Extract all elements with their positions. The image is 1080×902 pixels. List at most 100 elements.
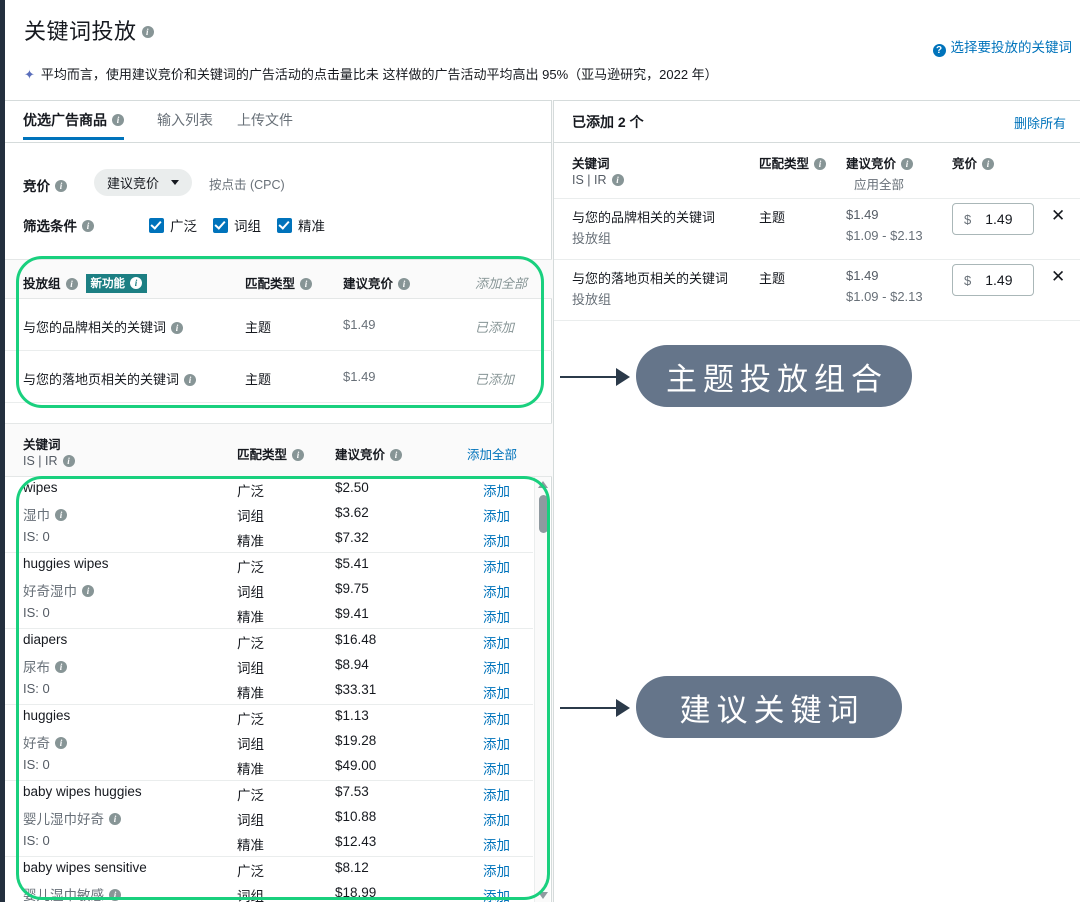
keyword-impression-share: IS: 0 xyxy=(23,757,50,772)
keyword-translation-label: 好奇 xyxy=(23,736,50,751)
targeting-group-table-header: 投放组i新功能i 匹配类型i 建议竞价i 添加全部 xyxy=(5,259,552,299)
add-keyword-button[interactable]: 添加 xyxy=(483,885,510,902)
keyword-match-type: 精准 xyxy=(237,530,264,550)
add-keyword-button[interactable]: 添加 xyxy=(483,758,510,778)
filter-exact[interactable]: 精准 xyxy=(277,215,325,235)
bid-value-input[interactable] xyxy=(983,271,1025,289)
add-keyword-button[interactable]: 添加 xyxy=(483,834,510,854)
add-keyword-button[interactable]: 添加 xyxy=(483,809,510,829)
add-keyword-button[interactable]: 添加 xyxy=(483,581,510,601)
keyword-impression-share: IS: 0 xyxy=(23,605,50,620)
add-keyword-button[interactable]: 添加 xyxy=(483,860,510,880)
tab-info-icon[interactable]: i xyxy=(112,114,124,126)
keyword-suggested-bid: $3.62 xyxy=(335,505,369,520)
tg-suggested-bid-info-icon[interactable]: i xyxy=(398,278,410,290)
tg-row-info-icon[interactable]: i xyxy=(184,374,196,386)
add-keyword-button[interactable]: 添加 xyxy=(483,733,510,753)
tg-row-info-icon[interactable]: i xyxy=(171,322,183,334)
bid-input-field[interactable]: $ xyxy=(952,264,1034,296)
th-tg-match-type: 匹配类型i xyxy=(245,273,312,292)
filter-info-icon[interactable]: i xyxy=(82,220,94,232)
keyword-info-icon[interactable]: i xyxy=(55,661,67,673)
th-added-is-ir-label: IS | IR xyxy=(572,173,607,187)
filter-label: 筛选条件i xyxy=(23,215,94,235)
table-row[interactable]: 与您的品牌相关的关键词 投放组 主题 $1.49 $1.09 - $2.13 $… xyxy=(554,199,1080,260)
added-row-match-type: 主题 xyxy=(759,268,785,287)
th-added-bid: 竞价i xyxy=(952,153,994,172)
sparkle-icon: ✦ xyxy=(24,67,35,82)
table-row[interactable]: 与您的落地页相关的关键词i 主题 $1.49 已添加 xyxy=(5,351,552,403)
tab-suggested-products[interactable]: 优选广告商品i xyxy=(23,110,124,130)
keyword-match-type: 广泛 xyxy=(237,632,264,652)
remove-row-button[interactable]: ✕ xyxy=(1051,207,1065,224)
th-kw-add-all[interactable]: 添加全部 xyxy=(467,444,517,463)
tab-upload-file-label: 上传文件 xyxy=(237,112,293,128)
add-keyword-button[interactable]: 添加 xyxy=(483,505,510,525)
add-keyword-button[interactable]: 添加 xyxy=(483,784,510,804)
add-keyword-button[interactable]: 添加 xyxy=(483,606,510,626)
filter-phrase[interactable]: 词组 xyxy=(213,215,261,235)
keyword-info-icon[interactable]: i xyxy=(55,737,67,749)
is-ir-info-icon[interactable]: i xyxy=(63,455,75,467)
tg-row-suggested-bid: $1.49 xyxy=(343,369,376,384)
match-type-filters: 广泛 词组 精准 xyxy=(149,215,325,235)
remove-row-button[interactable]: ✕ xyxy=(1051,268,1065,285)
keyword-translation: 湿巾i xyxy=(23,504,67,524)
keyword-info-icon[interactable]: i xyxy=(109,813,121,825)
keyword-info-icon[interactable]: i xyxy=(82,585,94,597)
bid-strategy-select[interactable]: 建议竞价 xyxy=(94,169,192,196)
add-keyword-button[interactable]: 添加 xyxy=(483,682,510,702)
page-title-info-icon[interactable]: i xyxy=(142,26,154,38)
checkbox-broad-icon[interactable] xyxy=(149,218,164,233)
targeting-group-info-icon[interactable]: i xyxy=(66,278,78,290)
keyword-group: wipes湿巾iIS: 0广泛$2.50添加词组$3.62添加精准$7.32添加 xyxy=(5,477,533,553)
add-keyword-button[interactable]: 添加 xyxy=(483,632,510,652)
table-row[interactable]: 与您的品牌相关的关键词i 主题 $1.49 已添加 xyxy=(5,299,552,351)
table-row[interactable]: 与您的落地页相关的关键词 投放组 主题 $1.49 $1.09 - $2.13 … xyxy=(554,260,1080,321)
th-targeting-group: 投放组i新功能i xyxy=(23,273,147,294)
keyword-table-header: 关键词 IS | IRi 匹配类型i 建议竞价i 添加全部 xyxy=(5,423,552,477)
added-is-ir-info-icon[interactable]: i xyxy=(612,174,624,186)
tab-enter-list[interactable]: 输入列表 xyxy=(157,110,213,130)
kw-match-type-info-icon[interactable]: i xyxy=(292,449,304,461)
keyword-term: huggies xyxy=(23,708,70,723)
th-tg-add-all[interactable]: 添加全部 xyxy=(475,273,527,292)
checkbox-exact-icon[interactable] xyxy=(277,218,292,233)
kw-suggested-bid-info-icon[interactable]: i xyxy=(390,449,402,461)
add-keyword-button[interactable]: 添加 xyxy=(483,530,510,550)
filter-broad-label: 广泛 xyxy=(170,215,197,235)
keyword-match-type: 词组 xyxy=(237,809,264,829)
th-added-match-type: 匹配类型i xyxy=(759,153,826,172)
keyword-translation: 婴儿湿巾敏感i xyxy=(23,884,121,902)
apply-all-button[interactable]: 应用全部 xyxy=(854,174,904,193)
help-link[interactable]: ?选择要投放的关键词 xyxy=(933,36,1073,56)
added-bid-info-icon[interactable]: i xyxy=(982,158,994,170)
scroll-down-icon[interactable] xyxy=(538,892,548,899)
bid-input-field[interactable]: $ xyxy=(952,203,1034,235)
bid-strategy-value: 建议竞价 xyxy=(107,173,159,192)
tg-match-type-info-icon[interactable]: i xyxy=(300,278,312,290)
keyword-match-type: 精准 xyxy=(237,758,264,778)
add-keyword-button[interactable]: 添加 xyxy=(483,657,510,677)
added-suggested-bid-info-icon[interactable]: i xyxy=(901,158,913,170)
add-keyword-button[interactable]: 添加 xyxy=(483,708,510,728)
keyword-match-type: 词组 xyxy=(237,657,264,677)
filter-broad[interactable]: 广泛 xyxy=(149,215,197,235)
new-feature-info-icon[interactable]: i xyxy=(130,277,142,289)
bid-info-icon[interactable]: i xyxy=(55,180,67,192)
keyword-info-icon[interactable]: i xyxy=(109,889,121,901)
keyword-term: baby wipes sensitive xyxy=(23,860,147,875)
remove-all-button[interactable]: 删除所有 xyxy=(1014,113,1066,132)
bid-value-input[interactable] xyxy=(983,210,1025,228)
add-keyword-button[interactable]: 添加 xyxy=(483,480,510,500)
added-match-type-info-icon[interactable]: i xyxy=(814,158,826,170)
scroll-up-icon[interactable] xyxy=(538,481,548,488)
keyword-list-scrollbar[interactable] xyxy=(534,477,550,902)
add-keyword-button[interactable]: 添加 xyxy=(483,556,510,576)
scrollbar-thumb[interactable] xyxy=(539,495,548,533)
tab-upload-file[interactable]: 上传文件 xyxy=(237,110,293,130)
th-added-suggested-bid: 建议竞价i xyxy=(846,153,913,172)
checkbox-phrase-icon[interactable] xyxy=(213,218,228,233)
keyword-term: diapers xyxy=(23,632,67,647)
keyword-info-icon[interactable]: i xyxy=(55,509,67,521)
